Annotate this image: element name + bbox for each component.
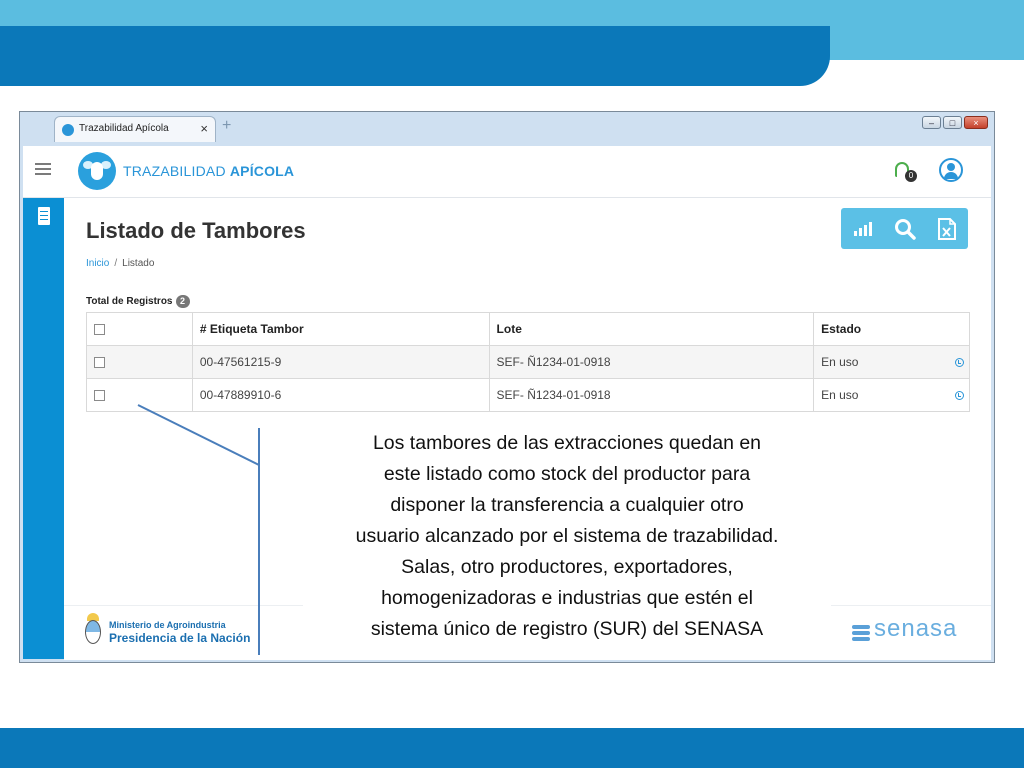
estado-value: En uso [821, 355, 859, 369]
excel-icon[interactable] [935, 217, 959, 241]
brand-name-light: TRAZABILIDAD [123, 163, 230, 179]
browser-tab[interactable]: Trazabilidad Apícola × [54, 116, 216, 142]
total-records-badge: 2 [175, 295, 190, 308]
argentina-coat-of-arms-logo [84, 613, 102, 647]
sidebar [23, 198, 64, 659]
cell-estado: En uso [813, 345, 970, 379]
notification-badge: 0 [905, 170, 917, 182]
close-window-button[interactable]: × [964, 116, 988, 129]
action-toolbar [841, 208, 968, 249]
select-all-checkbox[interactable] [94, 324, 105, 336]
bee-logo-icon[interactable] [78, 152, 116, 190]
ministry-name: Ministerio de Agroindustria [109, 620, 226, 630]
column-header-estado[interactable]: Estado [813, 312, 970, 346]
row-select-cell [86, 345, 193, 379]
maximize-button[interactable]: □ [943, 116, 962, 129]
slide-bottom-band [0, 728, 1024, 768]
column-header-lote[interactable]: Lote [488, 312, 815, 346]
column-header-etiqueta[interactable]: # Etiqueta Tambor [191, 312, 490, 346]
tab-close-icon[interactable]: × [200, 121, 208, 136]
total-records-text: Total de Registros [86, 296, 173, 308]
favicon-icon [62, 124, 74, 136]
cell-lote: SEF- Ñ1234-01-0918 [488, 378, 815, 412]
senasa-logo: senasa [852, 615, 970, 650]
hamburger-icon[interactable] [35, 163, 51, 175]
table-row[interactable]: 00-47561215-9 SEF- Ñ1234-01-0918 En uso [86, 345, 970, 379]
cell-estado: En uso [813, 378, 970, 412]
slide-top-band-dark [0, 26, 830, 86]
tab-title: Trazabilidad Apícola [79, 123, 169, 134]
bar-chart-icon[interactable] [850, 217, 874, 241]
minimize-button[interactable]: – [922, 116, 941, 129]
app-header: TRAZABILIDAD APÍCOLA 0 [23, 146, 991, 198]
page-title: Listado de Tambores [86, 218, 306, 243]
breadcrumb-home-link[interactable]: Inicio [86, 258, 109, 269]
breadcrumb-current: Listado [122, 258, 155, 269]
row-checkbox[interactable] [94, 357, 105, 369]
clock-icon[interactable] [955, 391, 964, 400]
table-row[interactable]: 00-47889910-6 SEF- Ñ1234-01-0918 En uso [86, 378, 970, 412]
annotation-text: Los tambores de las extracciones quedan … [355, 432, 779, 640]
cell-lote: SEF- Ñ1234-01-0918 [488, 345, 815, 379]
document-icon[interactable] [38, 207, 50, 225]
drums-table: # Etiqueta Tambor Lote Estado 00-4756121… [86, 312, 970, 412]
select-all-header [86, 312, 193, 346]
presidency-name: Presidencia de la Nación [109, 631, 251, 645]
cell-etiqueta: 00-47889910-6 [191, 378, 490, 412]
senasa-wordmark: senasa [874, 615, 958, 642]
app-brand[interactable]: TRAZABILIDAD APÍCOLA [123, 163, 294, 179]
row-select-cell [86, 378, 193, 412]
user-icon[interactable] [939, 158, 963, 182]
breadcrumb: Inicio / Listado [86, 258, 154, 269]
clock-icon[interactable] [955, 358, 964, 367]
row-checkbox[interactable] [94, 390, 105, 402]
brand-name-bold: APÍCOLA [229, 163, 295, 179]
table-header-row: # Etiqueta Tambor Lote Estado [86, 312, 970, 346]
window-controls: – □ × [922, 116, 988, 129]
senasa-mark-icon [852, 625, 870, 643]
estado-value: En uso [821, 388, 859, 402]
new-tab-button[interactable]: + [222, 117, 231, 135]
bell-icon[interactable]: 0 [895, 162, 917, 182]
search-icon[interactable] [893, 217, 917, 241]
cell-etiqueta: 00-47561215-9 [191, 345, 490, 379]
breadcrumb-separator: / [114, 258, 118, 269]
annotation-callout: Los tambores de las extracciones quedan … [303, 428, 831, 643]
total-records-label: Total de Registros 2 [86, 295, 190, 308]
